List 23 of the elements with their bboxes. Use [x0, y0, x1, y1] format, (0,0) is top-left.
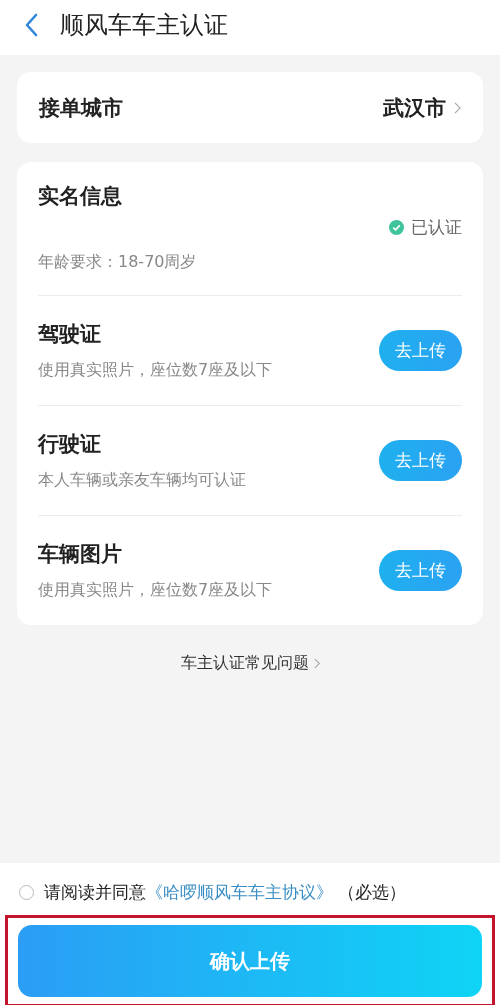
upload-button[interactable]: 去上传: [379, 550, 462, 591]
identity-title: 实名信息: [38, 183, 123, 210]
document-title: 驾驶证: [38, 321, 102, 348]
chevron-icon: [454, 101, 461, 114]
city-label: 接单城市: [39, 94, 123, 122]
document-hint: 使用真实照片，座位数7座及以下: [38, 360, 273, 381]
document-hint: 使用真实照片，座位数7座及以下: [38, 580, 273, 601]
age-requirement: 年龄要求：18-70周岁: [38, 252, 198, 273]
agreement-link[interactable]: 《哈啰顺风车车主协议》: [146, 882, 333, 902]
document-hint: 本人车辆或亲友车辆均可认证: [38, 470, 246, 491]
status-text: 已认证: [411, 216, 462, 239]
document-title: 行驶证: [38, 431, 102, 458]
chevron-icon: [313, 658, 320, 669]
back-icon[interactable]: [24, 13, 38, 37]
document-title: 车辆图片: [38, 541, 123, 568]
page-title: 顺风车车主认证: [60, 10, 228, 41]
city-value: 武汉市: [383, 94, 446, 122]
upload-button[interactable]: 去上传: [379, 330, 462, 371]
upload-button[interactable]: 去上传: [379, 440, 462, 481]
agreement-text: 请阅读并同意《哈啰顺风车车主协议》 （必选）: [44, 881, 407, 904]
city-row[interactable]: 接单城市 武汉市: [17, 72, 483, 143]
faq-link[interactable]: 车主认证常见问题: [180, 653, 309, 674]
confirm-upload-button[interactable]: 确认上传: [18, 925, 482, 997]
